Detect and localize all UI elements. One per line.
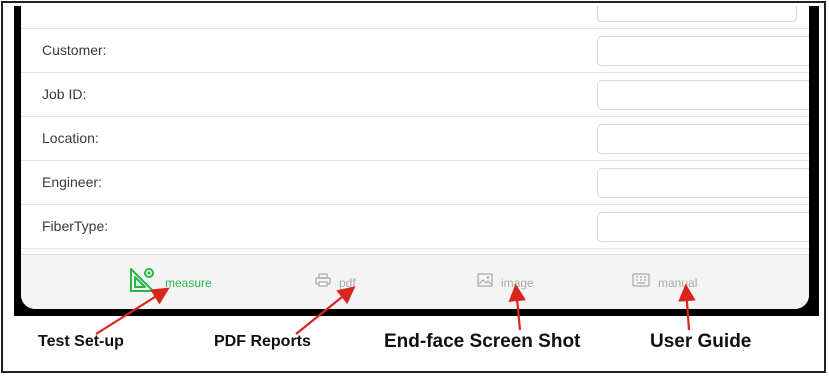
- tab-image-label: image: [501, 275, 534, 290]
- set-square-icon: [127, 265, 157, 300]
- scrolled-top-row: [21, 6, 809, 28]
- keyboard-icon: [632, 273, 650, 292]
- form-row-customer: Customer:: [21, 28, 809, 72]
- tab-manual[interactable]: manual: [632, 255, 697, 309]
- location-field[interactable]: [597, 124, 809, 154]
- tab-pdf[interactable]: pdf: [315, 255, 356, 309]
- tab-measure[interactable]: measure: [127, 255, 212, 309]
- partial-text-field[interactable]: [597, 6, 797, 22]
- image-icon: [477, 273, 493, 292]
- form-divider: [21, 248, 809, 249]
- engineer-label: Engineer:: [42, 174, 102, 190]
- tab-measure-label: measure: [165, 275, 212, 290]
- form-row-fibertype: FiberType:: [21, 204, 809, 248]
- customer-field[interactable]: [597, 36, 809, 66]
- form-row-engineer: Engineer:: [21, 160, 809, 204]
- job-id-label: Job ID:: [42, 86, 87, 102]
- caption-user-guide: User Guide: [650, 331, 752, 352]
- engineer-field[interactable]: [597, 168, 809, 198]
- form-row-location: Location:: [21, 116, 809, 160]
- tab-pdf-label: pdf: [339, 275, 356, 290]
- app-screen: Customer: Job ID: Location: Engineer: Fi…: [21, 6, 809, 309]
- job-id-field[interactable]: [597, 80, 809, 110]
- printer-icon: [315, 273, 331, 292]
- location-label: Location:: [42, 130, 99, 146]
- tab-image[interactable]: image: [477, 255, 534, 309]
- device-bezel: Customer: Job ID: Location: Engineer: Fi…: [14, 6, 819, 316]
- caption-pdf-reports: PDF Reports: [214, 333, 311, 350]
- form-row-job-id: Job ID:: [21, 72, 809, 116]
- tab-bar: measure pdf image manual: [21, 254, 809, 309]
- customer-label: Customer:: [42, 42, 107, 58]
- caption-endface-screenshot: End-face Screen Shot: [384, 331, 581, 352]
- fibertype-field[interactable]: [597, 212, 809, 242]
- tab-manual-label: manual: [658, 275, 698, 290]
- caption-test-setup: Test Set-up: [38, 333, 124, 350]
- fibertype-label: FiberType:: [42, 218, 109, 234]
